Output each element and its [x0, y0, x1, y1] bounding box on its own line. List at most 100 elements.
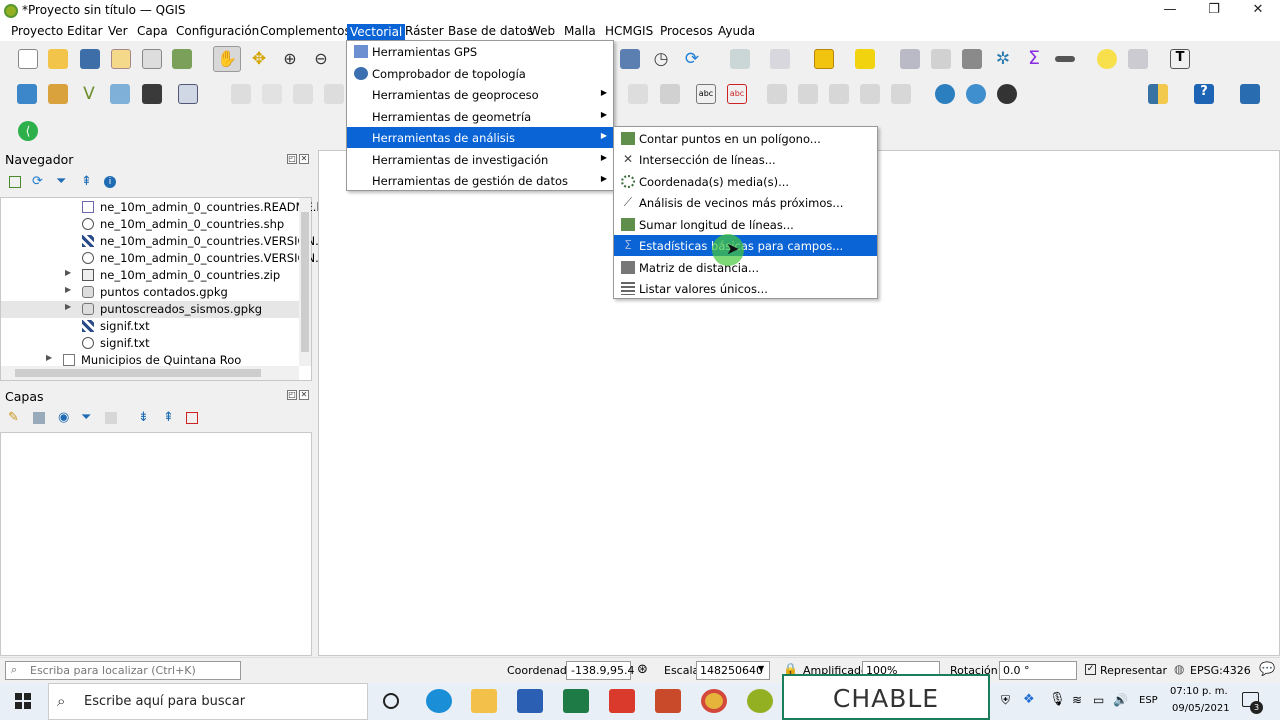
hcmgis-openstreetmap-icon[interactable] — [997, 84, 1017, 104]
new-geopackage-icon[interactable] — [48, 84, 68, 104]
menu-raster[interactable]: Ráster — [403, 24, 446, 40]
dropbox-icon[interactable]: ❖ — [1023, 692, 1035, 707]
expand-arrow-icon[interactable]: ▶ — [65, 268, 71, 277]
expand-arrow-icon[interactable]: ▶ — [65, 302, 71, 311]
change-label-icon[interactable] — [829, 84, 849, 104]
menu-item-analysis-tools[interactable]: Herramientas de análisis ▶ — [347, 127, 613, 148]
highlight-labels-icon[interactable]: abc — [696, 84, 716, 104]
coordinate-field[interactable]: -138.9,95.4 — [566, 661, 634, 680]
browser-close-button[interactable]: ✕ — [299, 154, 309, 164]
collapse-all-icon[interactable]: ⇞ — [81, 174, 92, 189]
select-features-icon[interactable] — [730, 49, 750, 69]
menu-web[interactable]: Web — [527, 24, 557, 40]
chevron-down-icon[interactable]: ▼ — [758, 664, 764, 673]
new-print-layout-icon[interactable] — [111, 49, 131, 69]
refresh-icon[interactable]: ⟳ — [682, 49, 702, 69]
menu-editar[interactable]: Editar — [65, 24, 105, 40]
field-calculator-icon[interactable] — [962, 49, 982, 69]
render-checkbox[interactable]: ✓ — [1085, 664, 1096, 675]
label-tool-icon[interactable] — [628, 84, 648, 104]
collapse-all-layers-icon[interactable]: ⇞ — [163, 410, 174, 425]
edge-browser-icon[interactable] — [426, 689, 452, 713]
minimize-button[interactable]: — — [1155, 2, 1185, 20]
add-selected-icon[interactable] — [9, 176, 21, 188]
open-project-icon[interactable] — [48, 49, 68, 69]
deselect-features-icon[interactable] — [814, 49, 834, 69]
hcmgis-basemap-icon[interactable] — [935, 84, 955, 104]
word-icon[interactable] — [517, 689, 543, 713]
zoom-in-icon[interactable]: ⊕ — [280, 49, 300, 69]
menu-proyecto[interactable]: Proyecto — [9, 24, 65, 40]
expand-all-icon[interactable]: ⇟ — [138, 410, 149, 425]
menu-item-mean-coordinates[interactable]: Coordenada(s) media(s)... — [614, 171, 877, 192]
filter-browser-icon[interactable]: ⏷ — [56, 174, 66, 189]
text-annotation-icon[interactable]: T — [1170, 49, 1190, 69]
clock-date[interactable]: 09/05/2021 — [1172, 703, 1230, 714]
add-group-icon[interactable] — [33, 412, 45, 424]
tree-item[interactable]: ne_10m_admin_0_countries.README.html — [1, 199, 343, 216]
add-feature-icon[interactable] — [324, 84, 344, 104]
pan-map-icon[interactable]: ✋ — [213, 46, 241, 72]
filter-expression-icon[interactable] — [105, 412, 117, 424]
taskbar-search-box[interactable]: ⌕ Escribe aquí para buscar — [48, 683, 368, 720]
change-diagram-icon[interactable] — [891, 84, 911, 104]
python-console-icon[interactable] — [1148, 84, 1168, 104]
expand-arrow-icon[interactable]: ▶ — [46, 353, 52, 362]
windows-start-icon[interactable] — [15, 693, 31, 709]
move-label-icon[interactable] — [767, 84, 787, 104]
help-icon[interactable]: ? — [1194, 84, 1214, 104]
toggle-extents-icon[interactable]: ⊛ — [637, 662, 648, 677]
restore-button[interactable]: ❐ — [1199, 2, 1229, 20]
layers-tree[interactable] — [0, 432, 312, 656]
plugin-toolbar-icon[interactable] — [1240, 84, 1260, 104]
menu-complementos[interactable]: Complementos — [258, 24, 353, 40]
menu-item-sum-line-lengths[interactable]: Sumar longitud de líneas... — [614, 214, 877, 235]
tree-item[interactable]: ▶ ne_10m_admin_0_countries.zip — [1, 267, 299, 284]
rotation-spinbox[interactable]: 0.0 ° — [999, 661, 1077, 680]
menu-ayuda[interactable]: Ayuda — [716, 24, 757, 40]
powerpoint-icon[interactable] — [655, 689, 681, 713]
menu-malla[interactable]: Malla — [562, 24, 598, 40]
clock-time[interactable]: 07:10 p. m. — [1170, 686, 1228, 697]
tree-item[interactable]: ne_10m_admin_0_countries.VERSION.txt — [1, 250, 335, 267]
layers-float-button[interactable]: ◰ — [287, 390, 297, 400]
menu-item-nearest-neighbour[interactable]: ⟋ Análisis de vecinos más próximos... — [614, 192, 877, 213]
menu-item-line-intersection[interactable]: ✕ Intersección de líneas... — [614, 149, 877, 170]
add-vector-layer-icon[interactable]: V — [79, 84, 99, 104]
properties-icon[interactable]: i — [104, 176, 116, 188]
battery-icon[interactable]: ▭ — [1093, 693, 1104, 707]
annotation-icon[interactable] — [1128, 49, 1148, 69]
style-manager-icon[interactable] — [172, 49, 192, 69]
refresh-browser-icon[interactable]: ⟳ — [32, 174, 43, 189]
scrollbar-thumb[interactable] — [15, 369, 261, 377]
identify-icon[interactable] — [900, 49, 920, 69]
manage-visibility-icon[interactable]: ◉ — [58, 410, 69, 425]
tree-item[interactable]: signif.txt — [1, 335, 299, 352]
attribute-table-icon[interactable] — [931, 49, 951, 69]
move-diagram-icon[interactable] — [860, 84, 880, 104]
tree-item[interactable]: ▶ puntos contados.gpkg — [1, 284, 299, 301]
file-explorer-icon[interactable] — [471, 689, 497, 713]
qgis-taskbar-icon[interactable] — [747, 689, 773, 713]
menu-item-list-unique-values[interactable]: Listar valores únicos... — [614, 278, 877, 299]
wifi-icon[interactable]: ≋ — [1072, 693, 1082, 707]
language-indicator[interactable]: ESP — [1139, 695, 1158, 706]
microphone-icon[interactable]: 🎙 — [1049, 692, 1066, 707]
toggle-editing-icon[interactable] — [231, 84, 251, 104]
menu-item-basic-statistics[interactable]: Σ Estadísticas básicas para campos... — [614, 235, 877, 256]
add-virtual-layer-icon[interactable] — [178, 84, 198, 104]
volume-icon[interactable]: 🔊 — [1113, 693, 1128, 707]
browser-float-button[interactable]: ◰ — [287, 154, 297, 164]
processing-toolbox-icon[interactable]: ✲ — [993, 49, 1013, 69]
zoom-out-icon[interactable]: ⊖ — [311, 49, 331, 69]
menu-item-topology-checker[interactable]: Comprobador de topología — [347, 63, 613, 84]
pin-labels-icon[interactable] — [660, 84, 680, 104]
menu-item-geoprocessing[interactable]: Herramientas de geoproceso ▶ — [347, 84, 613, 105]
close-button[interactable]: ✕ — [1243, 2, 1273, 20]
add-delimited-text-icon[interactable] — [110, 84, 130, 104]
menu-item-gps-tools[interactable]: Herramientas GPS — [347, 41, 613, 62]
temporal-controller-icon[interactable]: ◷ — [651, 49, 671, 69]
menu-capa[interactable]: Capa — [135, 24, 170, 40]
tree-item-hovered[interactable]: ▶ puntoscreados_sismos.gpkg — [1, 301, 299, 318]
statistical-summary-icon[interactable]: Σ — [1024, 47, 1044, 69]
